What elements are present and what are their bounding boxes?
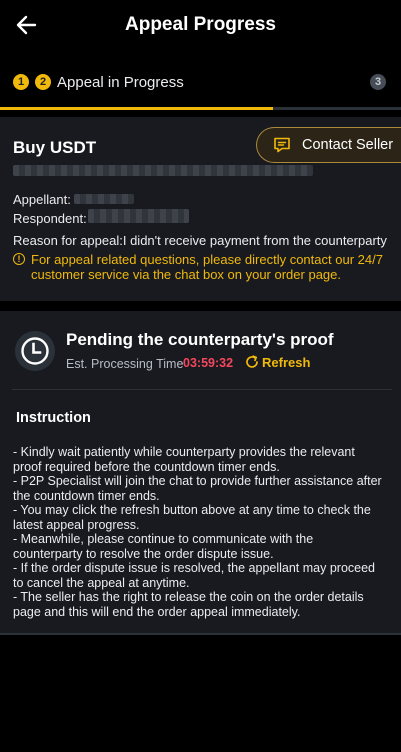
instruction-line: - Kindly wait patiently while counterpar… xyxy=(13,445,355,459)
notice-text: For appeal related questions, please dir… xyxy=(31,252,383,282)
appeal-notice: ! For appeal related questions, please d… xyxy=(13,252,393,282)
appellant-label: Appellant: xyxy=(13,192,71,207)
page-title: Appeal Progress xyxy=(125,14,276,35)
instruction-line: - The seller has the right to release th… xyxy=(13,590,364,604)
redacted-respondent xyxy=(88,209,189,223)
instruction-line: counterparty to resolve the order disput… xyxy=(13,546,274,561)
appeal-progress-screen: Appeal Progress 1 2 Appeal in Progress 3… xyxy=(0,0,401,752)
contact-seller-label: Contact Seller xyxy=(302,137,394,153)
appeal-reason: Reason for appeal:I didn't receive payme… xyxy=(13,233,387,248)
instruction-line: latest appeal progress. xyxy=(13,517,140,532)
instruction-line: - If the order dispute issue is resolved… xyxy=(13,561,376,575)
order-title: Buy USDT xyxy=(13,138,97,157)
instruction-line: proof required before the countdown time… xyxy=(13,459,280,474)
instruction-line: to cancel the appeal at anytime. xyxy=(13,575,190,590)
current-step-label: Appeal in Progress xyxy=(57,74,184,91)
instruction-line: the countdown timer ends. xyxy=(13,488,160,503)
appeal-status-card: Pending the counterparty's proof Est. Pr… xyxy=(0,311,401,633)
instruction-list: - Kindly wait patiently while counterpar… xyxy=(13,445,393,619)
contact-seller-button[interactable]: Contact Seller xyxy=(256,127,401,163)
instruction-line: page and this will end the order appeal … xyxy=(13,604,301,619)
refresh-label: Refresh xyxy=(262,355,311,370)
instruction-line: - P2P Specialist will join the chat to p… xyxy=(13,474,382,488)
countdown-timer: 03:59:32 xyxy=(183,356,234,370)
step-1-badge: 1 xyxy=(13,74,29,90)
refresh-icon xyxy=(246,355,258,368)
step-2-badge: 2 xyxy=(35,74,51,90)
respondent-label: Respondent: xyxy=(13,211,87,226)
status-title: Pending the counterparty's proof xyxy=(66,330,334,349)
clock-icon xyxy=(15,331,55,371)
progress-fill xyxy=(0,107,273,110)
bottom-divider xyxy=(0,633,401,635)
header: Appeal Progress xyxy=(0,0,401,50)
appeal-steps: 1 2 Appeal in Progress 3 xyxy=(0,62,401,110)
refresh-button[interactable]: Refresh xyxy=(245,355,310,370)
est-processing-label: Est. Processing Time xyxy=(66,357,184,371)
exclamation-circle-icon: ! xyxy=(13,253,25,265)
divider xyxy=(12,389,392,390)
instruction-title: Instruction xyxy=(16,410,91,426)
step-3-badge: 3 xyxy=(370,74,386,90)
chat-icon xyxy=(274,137,290,153)
instruction-line: - Meanwhile, please continue to communic… xyxy=(13,532,314,546)
redacted-order-id xyxy=(13,165,313,176)
redacted-appellant xyxy=(74,194,134,204)
instruction-line: - You may click the refresh button above… xyxy=(13,503,371,517)
